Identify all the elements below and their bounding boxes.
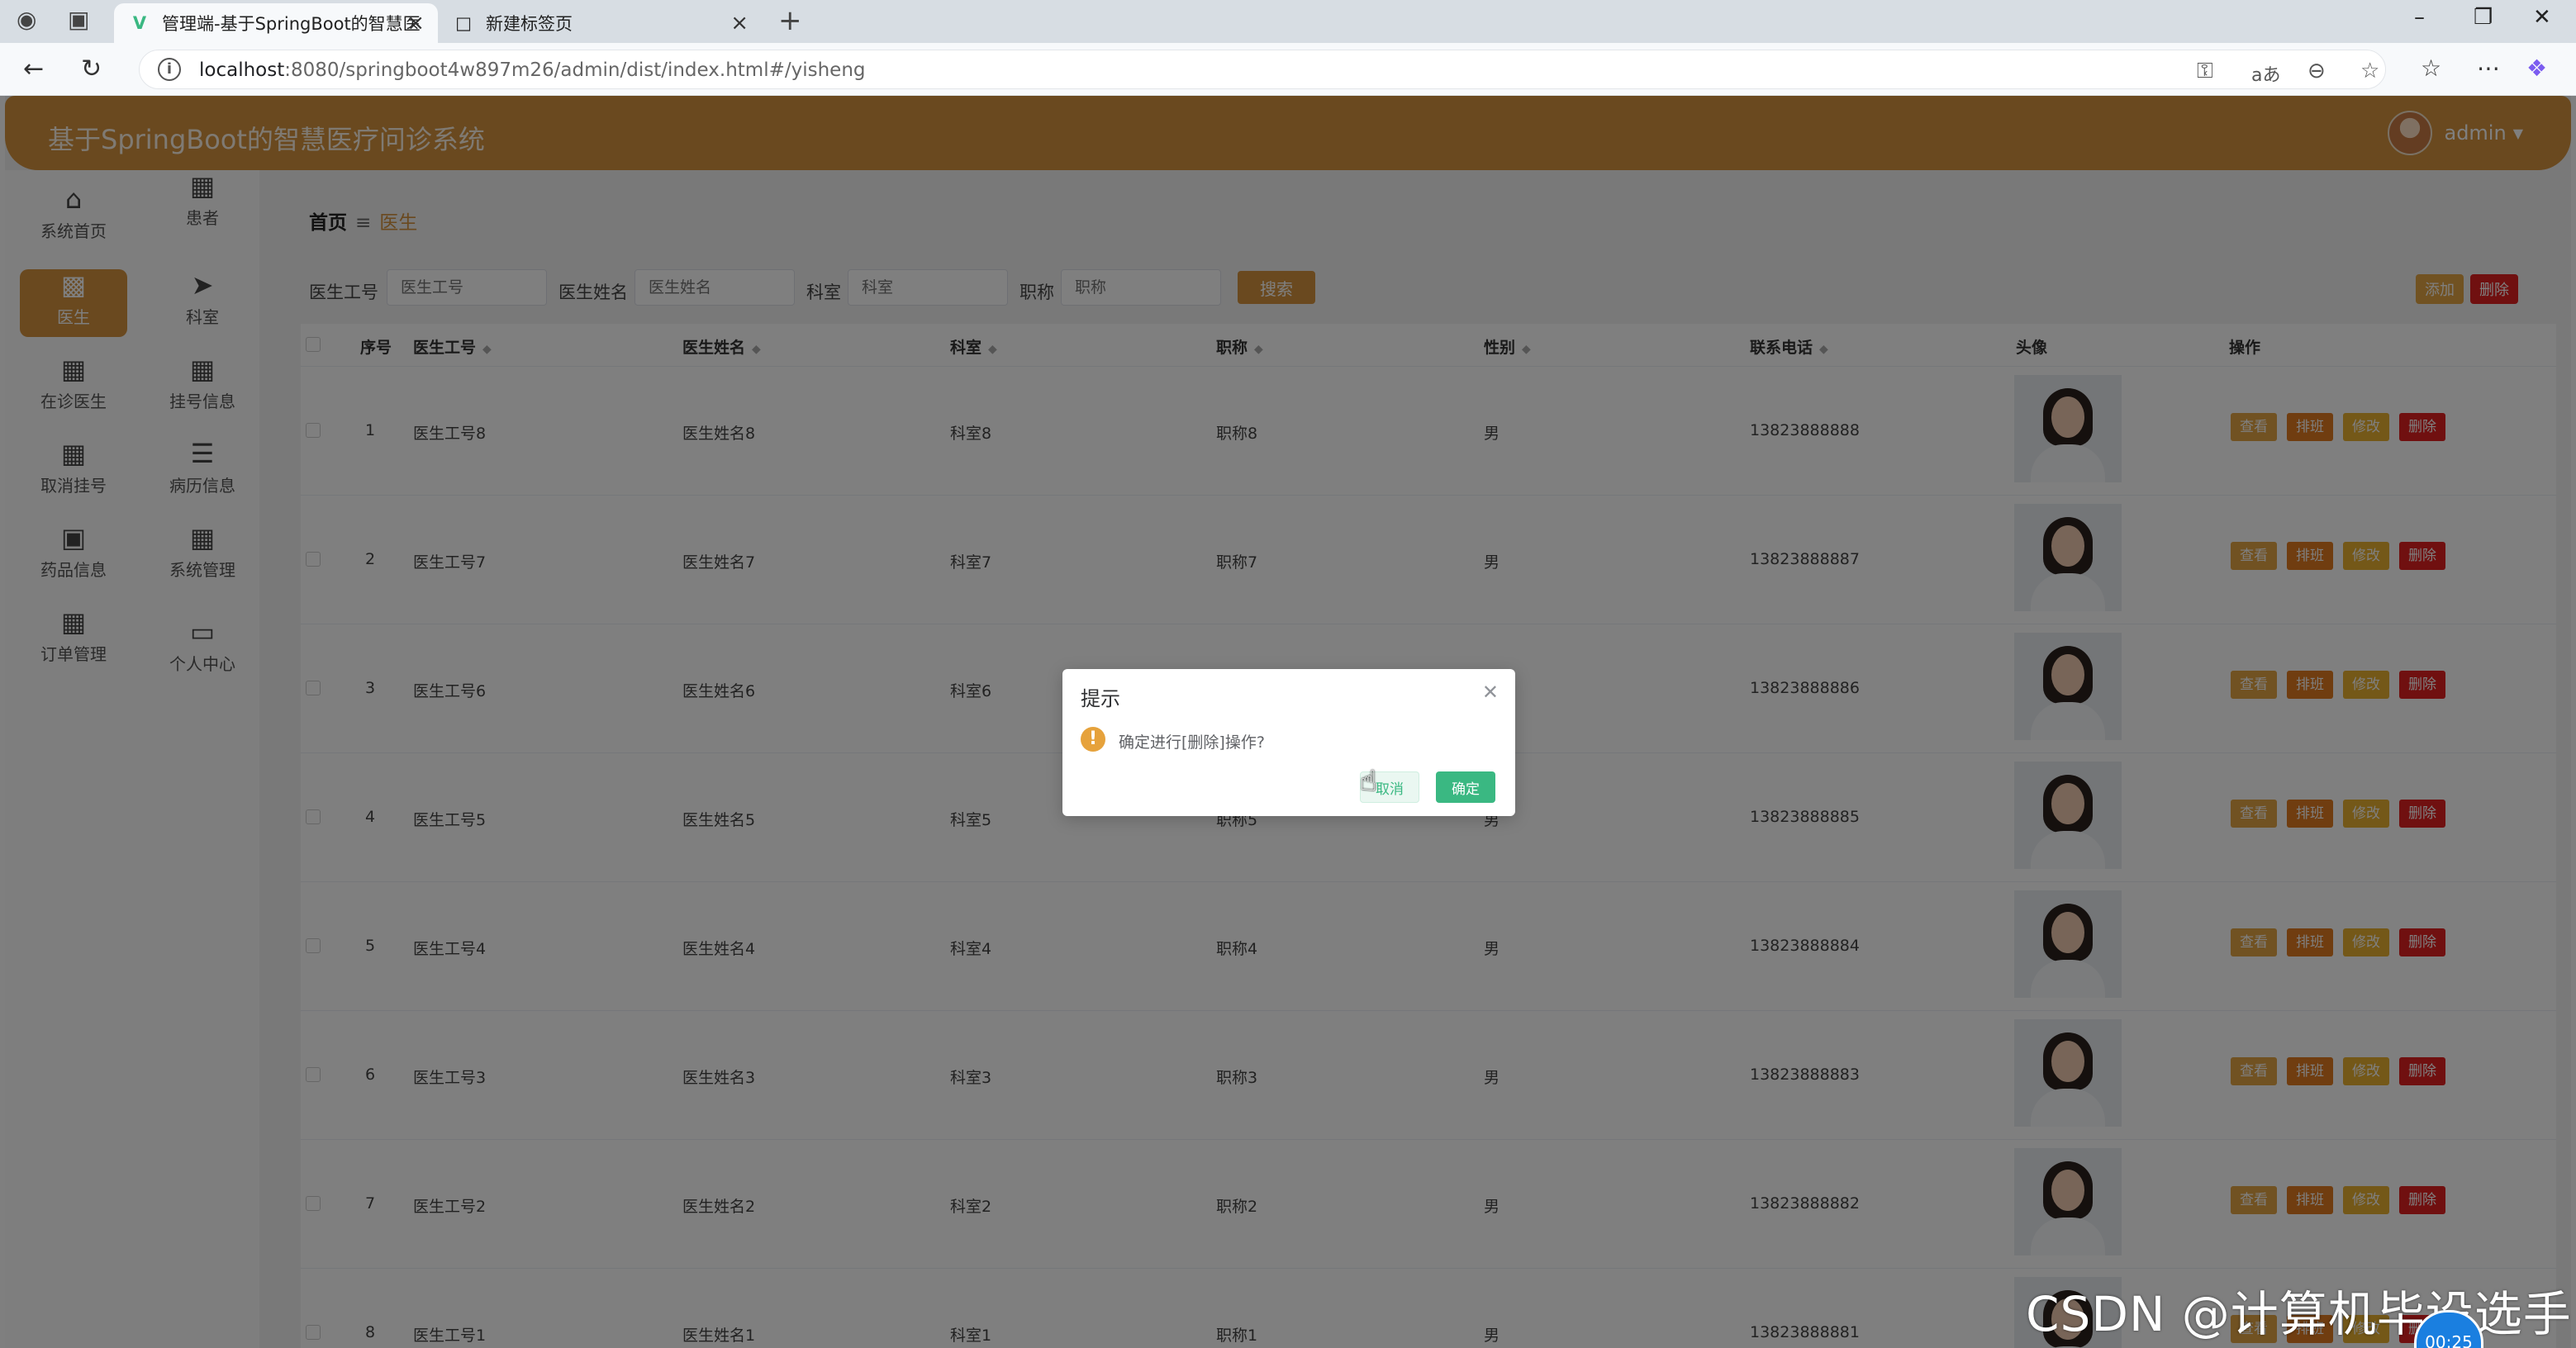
tab-title: 新建标签页 (486, 14, 573, 34)
browser-tab-bar: ◉ ▣ V 管理端-基于SpringBoot的智慧医 × □ 新建标签页 × +… (0, 0, 2576, 43)
back-arrow-icon[interactable]: ← (23, 55, 44, 84)
tab-admin[interactable]: V 管理端-基于SpringBoot的智慧医 × (114, 3, 438, 43)
address-bar: ← ↻ i localhost:8080/springboot4w897m26/… (0, 43, 2576, 96)
close-icon[interactable]: ✕ (1482, 681, 1499, 704)
close-window-icon[interactable]: ✕ (2533, 5, 2551, 30)
new-tab-plus-icon[interactable]: + (778, 7, 802, 35)
url-text: localhost:8080/springboot4w897m26/admin/… (199, 59, 866, 81)
translate-icon[interactable]: aあ (2251, 60, 2280, 87)
pointer-cursor-icon: ☝ (1360, 765, 1377, 798)
url-field[interactable]: i localhost:8080/springboot4w897m26/admi… (139, 50, 2386, 89)
dialog-title: 提示 (1081, 687, 1120, 710)
zoom-out-icon[interactable]: ⊖ (2307, 59, 2326, 83)
tab-title: 管理端-基于SpringBoot的智慧医 (162, 14, 421, 34)
confirm-dialog: 提示 ✕ ! 确定进行[删除]操作? 取消 确定 (1062, 669, 1515, 816)
minimize-icon[interactable]: – (2414, 5, 2425, 30)
profile-icon[interactable]: ◉ (17, 8, 36, 31)
close-tab-icon[interactable]: × (406, 11, 425, 36)
site-info-icon[interactable]: i (158, 58, 181, 81)
warning-icon: ! (1081, 727, 1105, 752)
new-tab-page-icon: □ (455, 13, 472, 33)
favorite-star-icon[interactable]: ☆ (2360, 59, 2379, 83)
watermark: CSDN @计算机毕设选手 (2026, 1286, 2572, 1342)
confirm-button[interactable]: 确定 (1436, 771, 1495, 803)
dialog-message: 确定进行[删除]操作? (1119, 733, 1265, 752)
more-icon[interactable]: ⋯ (2477, 55, 2500, 82)
reload-icon[interactable]: ↻ (81, 55, 102, 84)
key-icon[interactable]: ⚿ (2197, 59, 2213, 84)
tab-actions-icon[interactable]: ▣ (68, 8, 89, 31)
vue-icon: V (132, 13, 147, 33)
tab-new[interactable]: □ 新建标签页 × (438, 3, 762, 43)
restore-icon[interactable]: ❐ (2474, 5, 2493, 30)
close-tab-icon[interactable]: × (730, 11, 749, 36)
copilot-icon[interactable]: ❖ (2526, 55, 2547, 82)
favorites-list-icon[interactable]: ☆ (2421, 55, 2441, 82)
